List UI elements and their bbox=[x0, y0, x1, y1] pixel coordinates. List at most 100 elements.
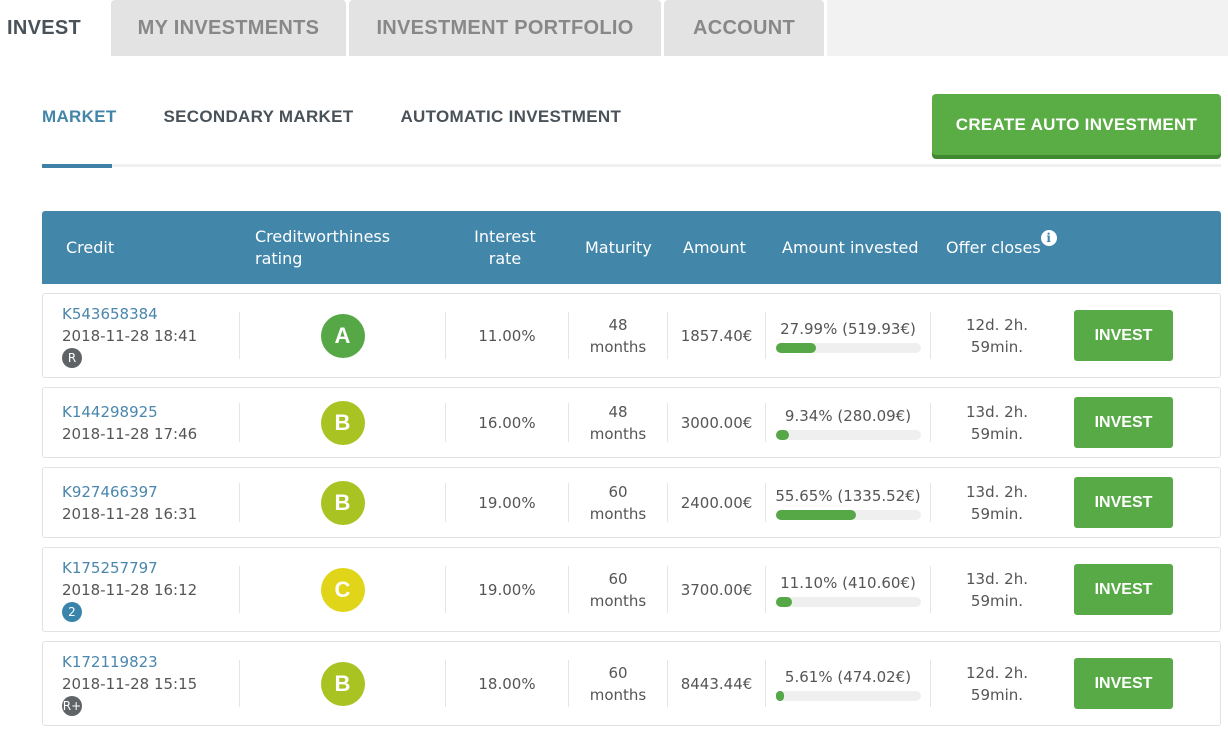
amount-invested-label: 9.34% (280.09€) bbox=[784, 407, 912, 425]
sub-tab-divider bbox=[42, 164, 1221, 167]
maturity-cell: 60 months bbox=[569, 548, 667, 631]
investment-progress-fill bbox=[775, 597, 792, 607]
amount: 1857.40€ bbox=[680, 326, 753, 345]
amount-invested-cell: 9.34% (280.09€) bbox=[766, 388, 930, 457]
credit-id-link[interactable]: K172119823 bbox=[62, 651, 158, 673]
invest-button[interactable]: INVEST bbox=[1074, 397, 1173, 448]
create-auto-investment-button[interactable]: CREATE AUTO INVESTMENT bbox=[932, 94, 1221, 155]
rating-cell: B bbox=[240, 468, 445, 537]
loan-badge-icon: 2 bbox=[62, 602, 82, 622]
rating-badge: B bbox=[320, 480, 365, 525]
offer-closes-minutes: 59min. bbox=[970, 591, 1024, 610]
sub-tab-secondary-market[interactable]: SECONDARY MARKET bbox=[164, 107, 354, 135]
main-navigation: INVEST MY INVESTMENTS INVESTMENT PORTFOL… bbox=[0, 0, 1228, 56]
offer-closes-cell: 12d. 2h. 59min. bbox=[931, 294, 1063, 377]
maturity-value: 60 bbox=[608, 482, 628, 501]
investment-progress-bar bbox=[775, 343, 921, 353]
offer-closes-days: 12d. 2h. bbox=[966, 315, 1028, 334]
offer-closes-cell: 12d. 2h. 59min. bbox=[931, 642, 1063, 725]
offer-closes-minutes: 59min. bbox=[970, 685, 1024, 704]
invest-button[interactable]: INVEST bbox=[1074, 658, 1173, 709]
loan-row: K175257797 2018-11-28 16:12 2 C 19.00% 6… bbox=[42, 547, 1221, 632]
maturity-value: 60 bbox=[608, 569, 628, 588]
credit-cell: K543658384 2018-11-28 18:41 R bbox=[62, 294, 197, 377]
offer-closes-minutes: 59min. bbox=[970, 424, 1024, 443]
sub-navigation: MARKET SECONDARY MARKET AUTOMATIC INVEST… bbox=[42, 107, 668, 135]
rating-cell: B bbox=[240, 642, 445, 725]
top-tab-account[interactable]: ACCOUNT bbox=[664, 0, 824, 56]
investment-progress-fill bbox=[775, 430, 790, 440]
offer-closes-minutes: 59min. bbox=[970, 504, 1024, 523]
rating-cell: A bbox=[240, 294, 445, 377]
interest-rate: 19.00% bbox=[478, 493, 536, 512]
credit-id-link[interactable]: K927466397 bbox=[62, 481, 158, 503]
sub-tab-market[interactable]: MARKET bbox=[42, 107, 117, 135]
offer-closes-days: 13d. 2h. bbox=[966, 482, 1028, 501]
maturity-value: 48 bbox=[608, 402, 628, 421]
credit-date: 2018-11-28 15:15 bbox=[62, 675, 198, 693]
investment-progress-fill bbox=[775, 691, 784, 701]
amount: 8443.44€ bbox=[680, 674, 753, 693]
investment-progress-bar bbox=[775, 597, 921, 607]
offer-closes-days: 13d. 2h. bbox=[966, 402, 1028, 421]
interest-rate: 11.00% bbox=[478, 326, 536, 345]
investment-progress-bar bbox=[775, 691, 921, 701]
credit-date: 2018-11-28 18:41 bbox=[62, 327, 198, 345]
loan-row: K927466397 2018-11-28 16:31 B 19.00% 60 … bbox=[42, 467, 1221, 538]
rating-badge: B bbox=[320, 400, 365, 445]
amount: 3000.00€ bbox=[680, 413, 753, 432]
table-header: Credit Creditworthiness rating Interest … bbox=[42, 211, 1221, 284]
credit-cell: K144298925 2018-11-28 17:46 bbox=[62, 388, 197, 457]
credit-id-link[interactable]: K175257797 bbox=[62, 557, 158, 579]
rating-cell: B bbox=[240, 388, 445, 457]
top-tab-investment-portfolio[interactable]: INVESTMENT PORTFOLIO bbox=[349, 0, 661, 56]
credit-date: 2018-11-28 16:12 bbox=[62, 581, 198, 599]
maturity-unit: months bbox=[589, 337, 647, 356]
loan-row: K543658384 2018-11-28 18:41 R A 11.00% 4… bbox=[42, 293, 1221, 378]
offer-closes-cell: 13d. 2h. 59min. bbox=[931, 388, 1063, 457]
header-maturity: Maturity bbox=[585, 237, 652, 257]
header-offer-closes: Offer closes i bbox=[946, 211, 1057, 284]
maturity-value: 60 bbox=[608, 663, 628, 682]
header-creditworthiness-rating: Creditworthiness rating bbox=[255, 226, 391, 268]
offer-closes-days: 13d. 2h. bbox=[966, 569, 1028, 588]
amount-invested-label: 55.65% (1335.52€) bbox=[775, 487, 921, 505]
sub-tab-automatic-investment[interactable]: AUTOMATIC INVESTMENT bbox=[400, 107, 621, 135]
maturity-cell: 60 months bbox=[569, 642, 667, 725]
action-cell: INVEST bbox=[1074, 468, 1173, 537]
amount: 3700.00€ bbox=[680, 580, 753, 599]
maturity-unit: months bbox=[589, 685, 647, 704]
header-amount: Amount bbox=[683, 237, 746, 257]
rating-badge: A bbox=[320, 313, 365, 358]
credit-date: 2018-11-28 16:31 bbox=[62, 504, 198, 523]
credit-id-link[interactable]: K543658384 bbox=[62, 303, 158, 325]
invest-button[interactable]: INVEST bbox=[1074, 564, 1173, 615]
offer-closes-minutes: 59min. bbox=[970, 337, 1024, 356]
top-tab-invest[interactable]: INVEST bbox=[0, 0, 108, 56]
action-cell: INVEST bbox=[1074, 642, 1173, 725]
maturity-cell: 48 months bbox=[569, 388, 667, 457]
amount-invested-label: 11.10% (410.60€) bbox=[780, 574, 916, 592]
interest-rate: 19.00% bbox=[478, 580, 536, 599]
invest-button[interactable]: INVEST bbox=[1074, 477, 1173, 528]
investment-progress-fill bbox=[775, 510, 857, 520]
amount-invested-cell: 11.10% (410.60€) bbox=[766, 548, 930, 631]
maturity-unit: months bbox=[589, 504, 647, 523]
top-tab-my-investments[interactable]: MY INVESTMENTS bbox=[111, 0, 346, 56]
header-credit: Credit bbox=[66, 237, 115, 257]
maturity-unit: months bbox=[589, 591, 647, 610]
credit-id-link[interactable]: K144298925 bbox=[62, 401, 158, 423]
header-offer-closes-label: Offer closes bbox=[946, 237, 1041, 257]
rating-badge: C bbox=[320, 567, 365, 612]
amount-invested-cell: 5.61% (474.02€) bbox=[766, 642, 930, 725]
loan-row: K144298925 2018-11-28 17:46 B 16.00% 48 … bbox=[42, 387, 1221, 458]
credit-cell: K172119823 2018-11-28 15:15 R+ bbox=[62, 642, 197, 725]
interest-rate: 16.00% bbox=[478, 413, 536, 432]
amount-invested-label: 27.99% (519.93€) bbox=[780, 320, 916, 338]
rating-cell: C bbox=[240, 548, 445, 631]
rating-badge: B bbox=[320, 661, 365, 706]
maturity-cell: 60 months bbox=[569, 468, 667, 537]
info-icon[interactable]: i bbox=[1040, 229, 1057, 246]
credit-date: 2018-11-28 17:46 bbox=[62, 424, 198, 443]
invest-button[interactable]: INVEST bbox=[1074, 310, 1173, 361]
